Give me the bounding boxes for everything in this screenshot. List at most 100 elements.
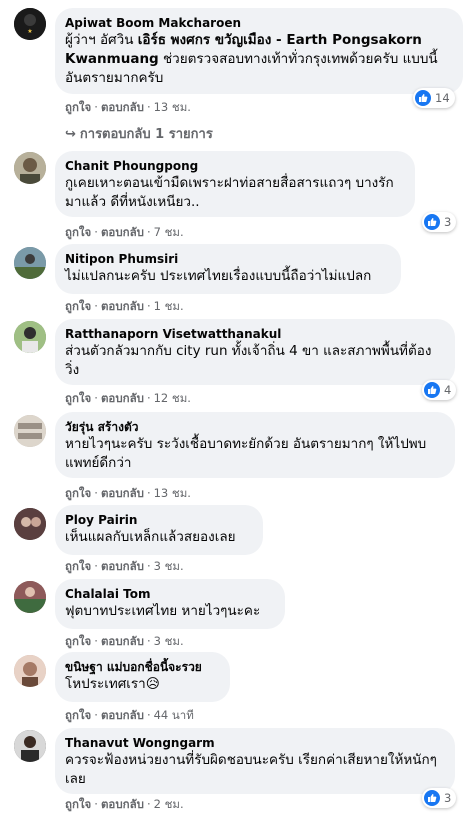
comment-text-body: โหประเทศเรา: [65, 676, 146, 692]
comment-bubble: Chalalai Tom ฟุตบาทประเทศไทย หายไวๆนะคะ: [55, 579, 285, 629]
reaction-count[interactable]: 3: [422, 212, 457, 232]
comment-time[interactable]: 3 ชม.: [154, 634, 184, 648]
comment-actions: ถูกใจ · ตอบกลับ · 2 ชม.: [65, 796, 184, 814]
comment-time[interactable]: 3 ชม.: [154, 559, 184, 573]
separator: ·: [94, 225, 98, 239]
comment-bubble: Ratthanaporn Visetwatthanakul ส่วนตัวกลั…: [55, 319, 455, 385]
like-reaction-icon: [424, 790, 440, 806]
comment-text: ฟุตบาทประเทศไทย หายไวๆนะคะ: [65, 603, 261, 619]
like-button[interactable]: ถูกใจ: [65, 559, 91, 573]
avatar-image-icon: [14, 415, 46, 447]
avatar[interactable]: [14, 415, 46, 447]
reaction-count[interactable]: 4: [422, 380, 457, 400]
like-button[interactable]: ถูกใจ: [65, 486, 91, 500]
separator: ·: [94, 486, 98, 500]
comment-author[interactable]: Ratthanaporn Visetwatthanakul: [65, 326, 443, 342]
reply-button[interactable]: ตอบกลับ: [101, 299, 144, 313]
comment-text: เห็นแผลกับเหล็กแล้วสยองเลย: [65, 529, 236, 545]
comment-bubble: Chanit Phoungpong กูเคยเหาะตอนเข้ามืดเพร…: [55, 151, 415, 217]
like-reaction-icon: [424, 214, 440, 230]
comment-actions: ถูกใจ · ตอบกลับ · 3 ชม.: [65, 633, 184, 651]
comment-author[interactable]: Chalalai Tom: [65, 586, 273, 602]
reaction-count[interactable]: 14: [413, 88, 455, 108]
comment-actions: ถูกใจ · ตอบกลับ · 7 ชม.: [65, 224, 184, 242]
avatar-image-icon: [14, 730, 46, 762]
avatar[interactable]: [14, 730, 46, 762]
view-replies-link[interactable]: ↪ การตอบกลับ 1 รายการ: [65, 123, 213, 144]
like-button[interactable]: ถูกใจ: [65, 225, 91, 239]
reply-button[interactable]: ตอบกลับ: [101, 486, 144, 500]
sad-face-emoji-icon: 😥: [145, 676, 160, 692]
comment-actions: ถูกใจ · ตอบกลับ · 44 นาที: [65, 707, 194, 725]
like-button[interactable]: ถูกใจ: [65, 708, 91, 722]
reply-button[interactable]: ตอบกลับ: [101, 225, 144, 239]
reply-button[interactable]: ตอบกลับ: [101, 708, 144, 722]
avatar-image-icon: [14, 321, 46, 353]
comment-text: ไม่แปลกนะครับ ประเทศไทยเรื่องแบบนี้ถือว่…: [65, 268, 372, 284]
comment-actions: ถูกใจ · ตอบกลับ · 1 ชม.: [65, 298, 184, 316]
like-button[interactable]: ถูกใจ: [65, 299, 91, 313]
reaction-number: 3: [444, 791, 452, 805]
reply-button[interactable]: ตอบกลับ: [101, 634, 144, 648]
comment-text: กูเคยเหาะตอนเข้ามืดเพราะฝาท่อสายสื่อสารแ…: [65, 175, 394, 210]
comment-actions: ถูกใจ · ตอบกลับ · 3 ชม.: [65, 558, 184, 576]
avatar[interactable]: [14, 655, 46, 687]
reply-arrow-icon: ↪: [65, 127, 76, 142]
comment-author[interactable]: Thanavut Wongngarm: [65, 735, 443, 751]
reaction-number: 4: [444, 383, 452, 397]
avatar[interactable]: [14, 581, 46, 613]
comment-author[interactable]: Ploy Pairin: [65, 512, 251, 528]
avatar[interactable]: [14, 508, 46, 540]
reply-button[interactable]: ตอบกลับ: [101, 559, 144, 573]
reply-button[interactable]: ตอบกลับ: [101, 391, 144, 405]
separator: ·: [146, 299, 151, 313]
comment-bubble: ขนิษฐา แม่บอกชื่อนี้จะรวย โหประเทศเรา😥: [55, 652, 230, 702]
avatar[interactable]: [14, 321, 46, 353]
comment-time[interactable]: 13 ชม.: [154, 100, 191, 114]
comment-text: ส่วนตัวกลัวมากกับ city run ทั้งเจ้าถิ่น …: [65, 343, 432, 378]
avatar-image-icon: [14, 581, 46, 613]
comment-bubble: Nitipon Phumsiri ไม่แปลกนะครับ ประเทศไทย…: [55, 244, 401, 294]
separator: ·: [94, 100, 98, 114]
like-reaction-icon: [415, 90, 431, 106]
avatar-image-icon: [14, 508, 46, 540]
comment-author[interactable]: วัยรุ่น สร้างตัว: [65, 419, 443, 435]
separator: ·: [146, 100, 151, 114]
like-reaction-icon: [424, 382, 440, 398]
separator: ·: [146, 391, 151, 405]
comment-author[interactable]: ขนิษฐา แม่บอกชื่อนี้จะรวย: [65, 659, 218, 675]
like-button[interactable]: ถูกใจ: [65, 391, 91, 405]
comment-text: โหประเทศเรา😥: [65, 675, 218, 694]
separator: ·: [94, 708, 98, 722]
comment-time[interactable]: 44 นาที: [154, 708, 194, 722]
avatar-image-icon: [14, 152, 46, 184]
separator: ·: [146, 559, 151, 573]
reaction-count[interactable]: 3: [422, 788, 457, 808]
reply-button[interactable]: ตอบกลับ: [101, 100, 144, 114]
comment-text: ผู้ว่าฯ อัศวิน เอิร์ธ พงศกร ขวัญเมือง - …: [65, 31, 451, 88]
avatar[interactable]: [14, 152, 46, 184]
comment-text: ควรจะฟ้องหน่วยงานที่รับผิดชอบนะครับ เรีย…: [65, 752, 437, 787]
comment-time[interactable]: 1 ชม.: [154, 299, 184, 313]
comment-author[interactable]: Nitipon Phumsiri: [65, 251, 389, 267]
comment-author[interactable]: Apiwat Boom Makcharoen: [65, 15, 451, 31]
avatar[interactable]: ★: [14, 8, 46, 40]
like-button[interactable]: ถูกใจ: [65, 100, 91, 114]
comment-time[interactable]: 13 ชม.: [154, 486, 191, 500]
like-button[interactable]: ถูกใจ: [65, 634, 91, 648]
comment-time[interactable]: 7 ชม.: [154, 225, 184, 239]
avatar[interactable]: [14, 247, 46, 279]
comment-actions: ถูกใจ · ตอบกลับ · 12 ชม.: [65, 390, 191, 408]
reaction-number: 14: [435, 91, 450, 105]
separator: ·: [94, 634, 98, 648]
separator: ·: [94, 391, 98, 405]
separator: ·: [146, 634, 151, 648]
comment-time[interactable]: 12 ชม.: [154, 391, 191, 405]
comment-actions: ถูกใจ · ตอบกลับ · 13 ชม.: [65, 99, 191, 117]
comment-author[interactable]: Chanit Phoungpong: [65, 158, 403, 174]
separator: ·: [146, 225, 151, 239]
separator: ·: [146, 708, 151, 722]
svg-text:★: ★: [27, 28, 32, 35]
comment-bubble: Ploy Pairin เห็นแผลกับเหล็กแล้วสยองเลย: [55, 505, 263, 555]
comment-bubble: วัยรุ่น สร้างตัว หายไวๆนะครับ ระวังเชื้อ…: [55, 412, 455, 478]
